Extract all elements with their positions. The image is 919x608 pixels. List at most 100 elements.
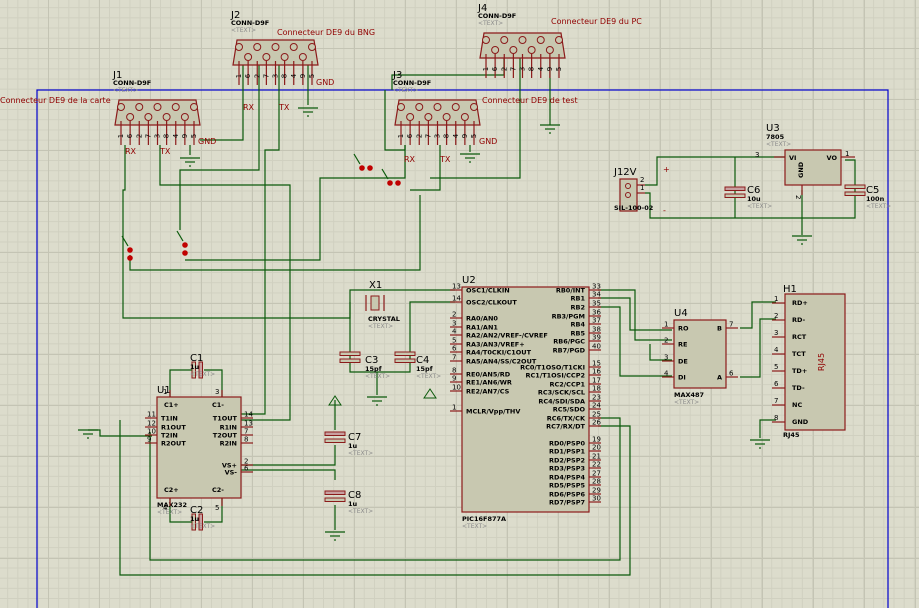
capacitor-c7[interactable] bbox=[324, 431, 346, 443]
pin-socket bbox=[144, 113, 153, 121]
schematic-canvas[interactable]: J1 CONN-D9F <TEXT> 1 6 2 7 3 8 4 9 5 J2 CONN-D9F <TEXT… bbox=[0, 0, 919, 608]
pin-socket bbox=[527, 46, 536, 54]
pin-label: RC6/TX/CK bbox=[547, 415, 586, 423]
pin-label: T2IN bbox=[161, 432, 178, 440]
connector-value: CONN-D9F bbox=[113, 79, 151, 87]
text-placeholder: <TEXT> bbox=[190, 523, 215, 530]
pin-label: TD+ bbox=[792, 367, 807, 375]
pin-number: 37 bbox=[592, 317, 601, 325]
pin-number: 22 bbox=[592, 461, 601, 469]
pin-label: RB0/INT bbox=[556, 287, 586, 295]
cap-value: 100n bbox=[866, 195, 885, 203]
pin-label: C2+ bbox=[164, 486, 179, 494]
pin-label: RB1 bbox=[571, 295, 586, 303]
switch-icon[interactable] bbox=[176, 230, 188, 256]
pin-number: 11 bbox=[147, 411, 156, 419]
pin-number: 40 bbox=[592, 343, 601, 351]
pin-number: 9 bbox=[461, 134, 469, 138]
pin-label: R2OUT bbox=[161, 440, 186, 448]
plate bbox=[844, 184, 866, 189]
text-placeholder: <TEXT> bbox=[190, 371, 215, 378]
ground-icon bbox=[540, 124, 560, 134]
connector-label: Connecteur DE9 de test bbox=[482, 96, 578, 105]
capacitor-c8[interactable] bbox=[324, 490, 346, 502]
wire bbox=[169, 369, 192, 397]
pin-number: 33 bbox=[592, 283, 601, 291]
regulator-value: 7805 bbox=[766, 133, 785, 141]
pin-number: 30 bbox=[592, 495, 601, 503]
pin-number: 14 bbox=[244, 411, 253, 419]
pin-socket bbox=[509, 46, 518, 54]
db9-connector-j4[interactable]: 162738495 bbox=[479, 32, 566, 78]
pin-label: RE0/AN5/RD bbox=[466, 371, 511, 379]
pin-label: RC3/SCK/SCL bbox=[538, 389, 585, 397]
pin-socket bbox=[415, 103, 424, 111]
capacitor-c4[interactable] bbox=[394, 351, 416, 363]
connector-value: CONN-D9F bbox=[478, 12, 516, 20]
text-placeholder: <TEXT> bbox=[866, 203, 891, 210]
pin-label: GND bbox=[792, 418, 809, 426]
pin-number: 6 bbox=[452, 345, 457, 353]
pin-number: 25 bbox=[592, 411, 601, 419]
ic-u1-body[interactable] bbox=[156, 396, 242, 499]
contact bbox=[359, 165, 365, 171]
pin-number: 7 bbox=[424, 134, 432, 138]
pin-socket bbox=[280, 53, 289, 61]
switch-icon[interactable] bbox=[353, 153, 373, 171]
db9-connector-j3[interactable]: 162738495 bbox=[394, 99, 481, 145]
pin-label: DE bbox=[678, 358, 688, 366]
pin-socket bbox=[190, 103, 198, 111]
pin-label: RC0/T1OSO/T1CKI bbox=[520, 364, 585, 372]
text-placeholder: <TEXT> bbox=[365, 373, 390, 380]
pin-number: 4 bbox=[774, 346, 779, 354]
pin-label: OSC2/CLKOUT bbox=[466, 299, 517, 307]
contact bbox=[367, 165, 373, 171]
pin-number: 17 bbox=[592, 377, 601, 385]
pin-socket bbox=[180, 113, 189, 121]
pin-number: 3 bbox=[755, 151, 759, 159]
pin-number: 28 bbox=[592, 478, 601, 486]
power-value: SIL-100-02 bbox=[614, 204, 653, 212]
pin-label: MCLR/Vpp/THV bbox=[466, 408, 520, 416]
pin-number: 3 bbox=[154, 134, 162, 138]
pin-label: RD0/PSP0 bbox=[549, 440, 586, 448]
pin-label: RD2/PSP2 bbox=[549, 457, 585, 465]
contact bbox=[127, 255, 133, 261]
pin-number: 27 bbox=[592, 470, 601, 478]
pin-number: 8 bbox=[528, 67, 536, 71]
pin-socket bbox=[262, 53, 271, 61]
pin-socket bbox=[162, 113, 171, 121]
pin-label: OSC1/CLKIN bbox=[466, 287, 510, 295]
pin-number: 7 bbox=[509, 67, 517, 71]
pin-label: C1- bbox=[212, 401, 224, 409]
cap-value: 15pf bbox=[416, 365, 433, 373]
pin-label: T1OUT bbox=[213, 415, 238, 423]
rj45-connector-body[interactable] bbox=[784, 293, 846, 431]
connector-value: CONN-D9F bbox=[231, 19, 269, 27]
pin-number: 2 bbox=[415, 134, 423, 138]
pin-number: 1 bbox=[664, 321, 668, 329]
pin-label: GND bbox=[797, 161, 805, 178]
pin-label: R2IN bbox=[220, 440, 237, 448]
pin-number: 1 bbox=[452, 404, 456, 412]
pin-number: 9 bbox=[299, 74, 307, 78]
pin-label: R1IN bbox=[220, 424, 237, 432]
pin-label: RC1/T1OSI/CCP2 bbox=[526, 372, 585, 380]
pin-label: DI bbox=[678, 374, 686, 382]
pin-socket bbox=[424, 113, 433, 121]
pin-number: 6 bbox=[729, 370, 734, 378]
pin-number: 18 bbox=[592, 385, 601, 393]
pin-number: 24 bbox=[592, 402, 601, 410]
connector-label: Connecteur DE9 du BNG bbox=[277, 28, 375, 37]
contact bbox=[387, 180, 393, 186]
pin-label: RD3/PSP3 bbox=[549, 465, 585, 473]
pin-number: 4 bbox=[537, 66, 545, 71]
switch-icon[interactable] bbox=[121, 235, 133, 261]
pin-label: RD+ bbox=[792, 299, 808, 307]
pin-socket bbox=[235, 43, 243, 51]
pin-number: 3 bbox=[519, 67, 527, 71]
db9-connector-j2[interactable]: 162738495 bbox=[232, 39, 319, 85]
pin-label: VS- bbox=[225, 469, 238, 477]
db9-connector-j1[interactable]: 162738495 bbox=[114, 99, 201, 145]
pin-label: RC7/RX/DT bbox=[546, 423, 585, 431]
